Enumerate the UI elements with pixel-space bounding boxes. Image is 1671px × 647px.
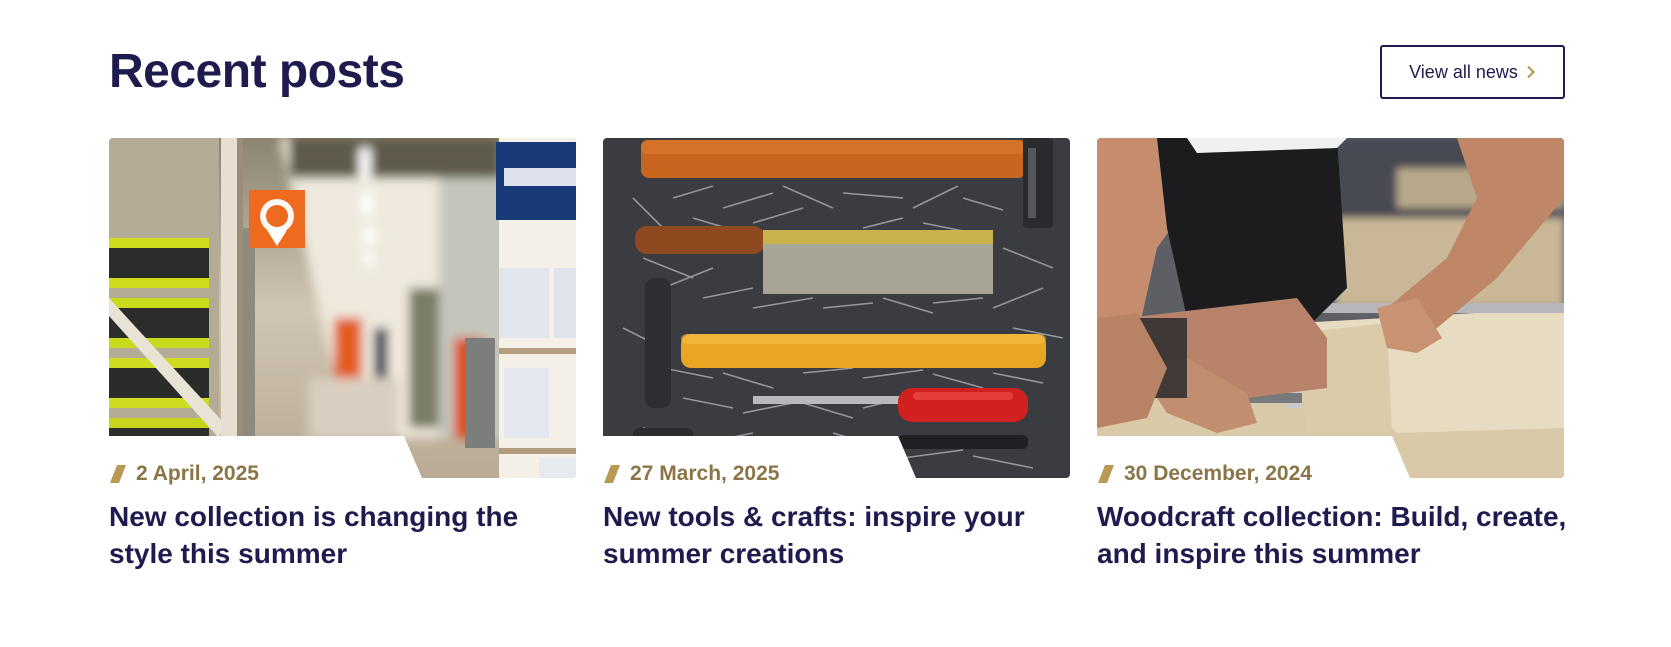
post-image-tools[interactable] <box>603 138 1070 478</box>
post-meta: 2 April, 2025 <box>109 462 259 486</box>
post-title-link[interactable]: New tools & crafts: inspire your summer … <box>603 498 1083 572</box>
slash-icon <box>603 464 621 484</box>
view-all-label: View all news <box>1409 61 1518 82</box>
section-title: Recent posts <box>109 45 405 98</box>
post-date: 2 April, 2025 <box>136 462 259 485</box>
post-card[interactable]: 27 March, 2025 New tools & crafts: inspi… <box>603 138 1070 569</box>
slash-icon <box>1097 464 1115 484</box>
post-date: 27 March, 2025 <box>630 462 780 485</box>
post-title-link[interactable]: New collection is changing the style thi… <box>109 498 589 572</box>
post-image-hardware-store[interactable] <box>109 138 576 478</box>
post-meta: 27 March, 2025 <box>603 462 779 486</box>
post-date: 30 December, 2024 <box>1124 462 1312 485</box>
chevron-right-icon <box>1526 65 1536 79</box>
post-card[interactable]: 2 April, 2025 New collection is changing… <box>109 138 576 569</box>
view-all-news-button[interactable]: View all news <box>1380 45 1565 99</box>
post-meta: 30 December, 2024 <box>1097 462 1312 486</box>
post-title-link[interactable]: Woodcraft collection: Build, create, and… <box>1097 498 1577 572</box>
slash-icon <box>109 464 127 484</box>
post-image-woodworking[interactable] <box>1097 138 1564 478</box>
post-card[interactable]: 30 December, 2024 Woodcraft collection: … <box>1097 138 1566 569</box>
recent-posts-section: Recent posts View all news 2 April, 2025… <box>0 0 1671 647</box>
